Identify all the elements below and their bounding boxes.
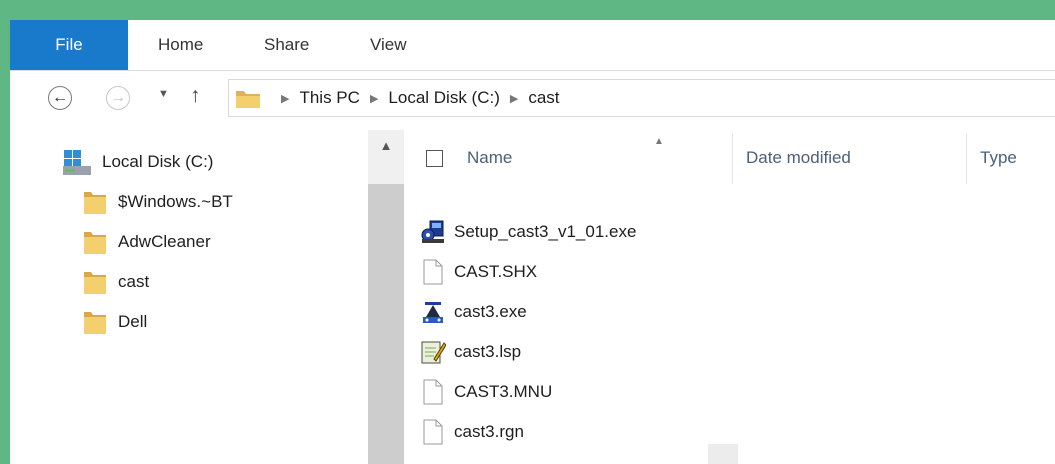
nav-item-label: Dell xyxy=(118,312,148,331)
folder-icon xyxy=(84,312,106,334)
file-row[interactable]: Setup_cast3_v1_01.exe xyxy=(420,214,636,250)
file-row[interactable]: CAST.SHX xyxy=(420,254,537,290)
column-headers: Name ▲ Date modified Type xyxy=(406,130,1055,186)
nav-item-dell[interactable]: Dell xyxy=(82,308,147,336)
nav-item-label: $Windows.~BT xyxy=(118,192,233,211)
file-row[interactable]: cast3.lsp xyxy=(420,334,521,370)
nav-item-adwcleaner[interactable]: AdwCleaner xyxy=(82,228,211,256)
forward-arrow-icon[interactable]: → xyxy=(106,86,130,110)
file-name: cast3.lsp xyxy=(454,342,522,361)
breadcrumb-cast[interactable]: cast xyxy=(528,88,559,108)
column-type[interactable]: Type xyxy=(980,148,1017,168)
nav-item-windows-bt[interactable]: $Windows.~BT xyxy=(82,188,233,216)
tab-share[interactable]: Share xyxy=(264,20,309,70)
folder-icon xyxy=(84,232,106,254)
file-name: CAST.SHX xyxy=(454,262,538,281)
blank-file-icon xyxy=(420,418,446,446)
tab-view[interactable]: View xyxy=(370,20,407,70)
up-arrow-icon[interactable]: ↑ xyxy=(190,84,201,108)
file-name: CAST3.MNU xyxy=(454,382,553,401)
file-row[interactable]: cast3.exe xyxy=(420,294,527,330)
navpane-scrollbar[interactable]: ▲ xyxy=(368,130,404,464)
select-all-checkbox[interactable] xyxy=(426,150,443,167)
address-bar[interactable]: ▶ This PC ▶ Local Disk (C:) ▶ cast xyxy=(228,79,1055,117)
breadcrumb-separator-icon: ▶ xyxy=(281,92,290,105)
breadcrumb-local-disk[interactable]: Local Disk (C:) xyxy=(388,88,499,108)
file-name: cast3.rgn xyxy=(454,422,524,441)
scrollbar-thumb[interactable] xyxy=(368,184,404,464)
notepad-file-icon xyxy=(420,338,446,366)
chevron-up-icon[interactable]: ▲ xyxy=(368,138,404,153)
ribbon: File Home Share View xyxy=(10,20,1055,71)
column-divider[interactable] xyxy=(732,134,733,184)
file-name: cast3.exe xyxy=(454,302,527,321)
nav-item-label: AdwCleaner xyxy=(118,232,211,251)
sort-up-icon: ▲ xyxy=(654,136,664,147)
address-row: ← → ▼ ↑ ▶ This PC ▶ Local Disk (C:) ▶ ca… xyxy=(10,78,1055,118)
explorer-window: File Home Share View ← → ▼ ↑ ▶ This PC ▶… xyxy=(10,20,1055,464)
column-divider[interactable] xyxy=(966,134,967,184)
nav-item-local-disk[interactable]: Local Disk (C:) xyxy=(62,148,213,176)
back-arrow-icon[interactable]: ← xyxy=(48,86,72,110)
horizontal-scroll-thumb[interactable] xyxy=(708,444,738,464)
file-row[interactable]: cast3.rgn xyxy=(420,414,524,450)
blank-file-icon xyxy=(420,378,446,406)
tab-home[interactable]: Home xyxy=(158,20,203,70)
column-name[interactable]: Name xyxy=(467,148,512,168)
folder-icon xyxy=(84,272,106,294)
folder-icon xyxy=(84,192,106,214)
file-name: Setup_cast3_v1_01.exe xyxy=(454,222,637,241)
setup-exe-icon xyxy=(420,218,446,246)
column-date-modified[interactable]: Date modified xyxy=(746,148,851,168)
app-exe-icon xyxy=(420,298,446,326)
breadcrumb-separator-icon: ▶ xyxy=(509,92,519,105)
file-row[interactable]: CAST3.MNU xyxy=(420,374,552,410)
breadcrumb-separator-icon: ▶ xyxy=(369,92,379,105)
blank-file-icon xyxy=(420,258,446,286)
nav-item-label: cast xyxy=(118,272,150,291)
drive-icon xyxy=(63,150,91,175)
file-list: Name ▲ Date modified Type Setup_cast3_v1… xyxy=(406,130,1055,464)
dropdown-arrow-icon[interactable]: ▼ xyxy=(158,88,169,100)
breadcrumb-this-pc[interactable]: This PC xyxy=(299,88,359,108)
tab-file[interactable]: File xyxy=(10,20,128,70)
nav-item-label: Local Disk (C:) xyxy=(102,152,214,171)
navigation-pane: Local Disk (C:) $Windows.~BT AdwCleaner … xyxy=(10,130,370,464)
nav-item-cast[interactable]: cast xyxy=(82,268,149,296)
folder-icon xyxy=(236,91,260,108)
